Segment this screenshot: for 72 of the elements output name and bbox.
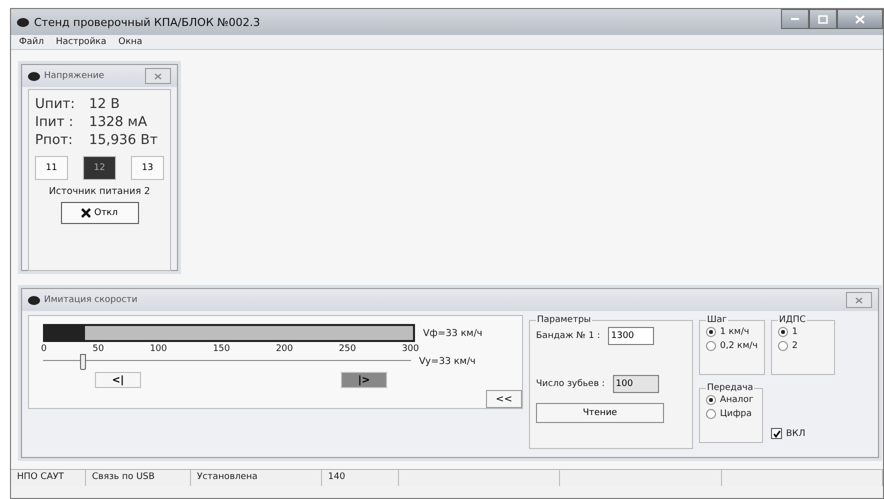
scale-label: 50	[92, 344, 104, 354]
menu-item[interactable]: Файл	[19, 37, 44, 47]
reading-label: Pпот:	[35, 132, 74, 148]
menu-item[interactable]: Настройка	[56, 37, 106, 47]
read-button[interactable]: Чтение	[536, 403, 664, 423]
close-icon	[855, 296, 863, 304]
step-button[interactable]: |>	[341, 372, 387, 388]
radio-button[interactable]	[706, 409, 716, 419]
status-text: НПО САУТ	[11, 470, 86, 486]
source-button[interactable]: 11	[35, 156, 68, 180]
maximize-button[interactable]	[809, 9, 837, 29]
scale-label: 250	[338, 344, 356, 354]
scale-label: 100	[150, 344, 167, 354]
status-text: 140	[322, 470, 399, 486]
actual-speed: Vф=33 км/ч	[423, 328, 482, 338]
checkbox-label[interactable]: ВКЛ	[786, 428, 806, 438]
collapse-button[interactable]: <<	[486, 390, 522, 408]
close-button[interactable]	[837, 9, 883, 29]
close-button[interactable]	[145, 68, 171, 84]
input-field[interactable]: 1300	[608, 327, 654, 345]
app-icon	[17, 18, 29, 26]
app-icon	[28, 72, 40, 80]
menu-item[interactable]: Окна	[118, 37, 142, 47]
field-label: Число зубьев :	[536, 379, 605, 389]
status-text: Установлена	[191, 470, 322, 486]
scale-label: 0	[41, 344, 47, 354]
source-button[interactable]: 13	[131, 156, 164, 180]
option-label[interactable]: Аналог	[720, 395, 754, 405]
slider-thumb[interactable]	[80, 354, 86, 370]
group-title: Передача	[706, 383, 754, 393]
reading-label: Uпит:	[35, 96, 76, 112]
set-speed: Vy=33 км/ч	[419, 356, 476, 366]
window-title: Напряжение	[44, 71, 104, 81]
off-button[interactable]: Откл	[60, 202, 138, 224]
option-label[interactable]: 2	[792, 341, 798, 351]
maximize-icon	[818, 14, 828, 24]
option-label[interactable]: Цифра	[720, 409, 752, 419]
option-label[interactable]: 1	[792, 327, 798, 337]
group-title: Шаг	[706, 315, 728, 325]
radio-button[interactable]	[778, 341, 788, 351]
radio-button[interactable]	[706, 341, 716, 351]
close-icon	[154, 72, 162, 80]
option-label[interactable]: 0,2 км/ч	[720, 341, 758, 351]
reading-value: 1328 мА	[89, 114, 148, 130]
radio-button[interactable]	[778, 327, 788, 337]
input-field[interactable]: 100	[612, 375, 659, 393]
window-title: Стенд проверочный КПА/БЛОК №002.3	[34, 16, 260, 28]
group-title: ИДПС	[778, 315, 807, 325]
close-button[interactable]	[846, 292, 872, 308]
group-title: Параметры	[536, 315, 592, 325]
reading-value: 12 В	[89, 96, 120, 112]
step-button[interactable]: <|	[95, 372, 141, 388]
window-title: Имитация скорости	[44, 295, 138, 305]
source-button[interactable]: 12	[83, 156, 116, 180]
minimize-icon	[790, 17, 800, 21]
scale-label: 150	[212, 344, 230, 354]
radio-button[interactable]	[706, 327, 716, 337]
checkbox[interactable]	[771, 428, 782, 439]
option-label[interactable]: 1 км/ч	[720, 327, 750, 337]
status-text: Связь по USB	[86, 470, 191, 486]
reading-label: Iпит :	[35, 114, 74, 130]
close-icon	[855, 14, 865, 24]
reading-value: 15,936 Вт	[89, 132, 158, 148]
app-icon	[28, 296, 40, 304]
scale-label: 300	[402, 344, 419, 354]
speed-slider[interactable]	[43, 354, 411, 368]
source-label: Источник питания 2	[48, 186, 152, 197]
field-label: Бандаж № 1 :	[536, 331, 600, 341]
scale-label: 200	[276, 344, 293, 354]
cross-icon	[81, 208, 92, 218]
minimize-button[interactable]	[781, 9, 809, 29]
radio-button[interactable]	[706, 395, 716, 405]
